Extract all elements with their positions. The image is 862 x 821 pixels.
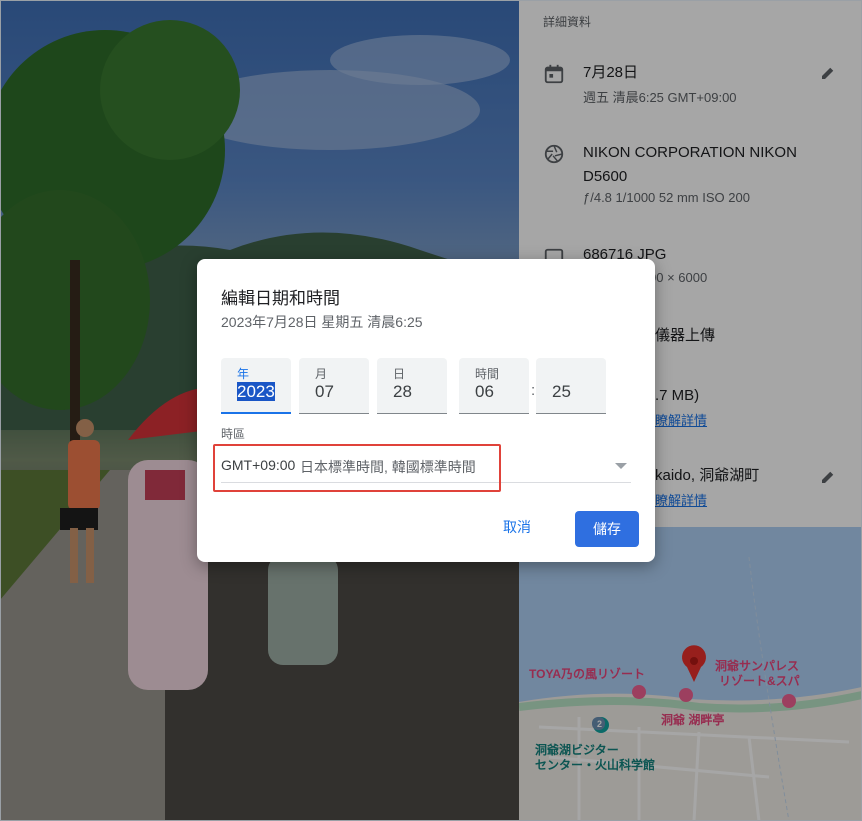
timezone-highlight-box — [213, 444, 501, 492]
year-field-value[interactable]: 2023 — [237, 382, 275, 401]
month-field-label: 月 — [315, 367, 328, 381]
year-field-label: 年 — [237, 367, 250, 381]
day-field[interactable]: 日 28 — [377, 358, 447, 414]
dialog-title: 編輯日期和時間 — [221, 289, 340, 308]
cancel-button[interactable]: 取消 — [503, 517, 531, 537]
hour-field-label: 時間 — [475, 367, 500, 381]
day-field-value[interactable]: 28 — [393, 382, 412, 402]
year-field-value-wrap: 2023 — [237, 382, 275, 402]
hour-field-value[interactable]: 06 — [475, 382, 494, 402]
time-separator: : — [531, 382, 536, 399]
day-field-label: 日 — [393, 367, 406, 381]
timezone-label: 時區 — [221, 427, 246, 441]
dropdown-arrow-icon[interactable] — [615, 463, 627, 469]
minute-field-value[interactable]: 25 — [552, 382, 571, 402]
edit-datetime-dialog: 編輯日期和時間 2023年7月28日 星期五 清晨6:25 年 2023 月 0… — [197, 259, 655, 562]
month-field[interactable]: 月 07 — [299, 358, 369, 414]
dialog-subtitle: 2023年7月28日 星期五 清晨6:25 — [221, 314, 423, 330]
save-button[interactable]: 儲存 — [575, 511, 639, 547]
year-field[interactable]: 年 2023 — [221, 358, 291, 414]
hour-field[interactable]: 時間 06 — [459, 358, 529, 414]
minute-field[interactable]: 25 — [536, 358, 606, 414]
month-field-value[interactable]: 07 — [315, 382, 334, 402]
